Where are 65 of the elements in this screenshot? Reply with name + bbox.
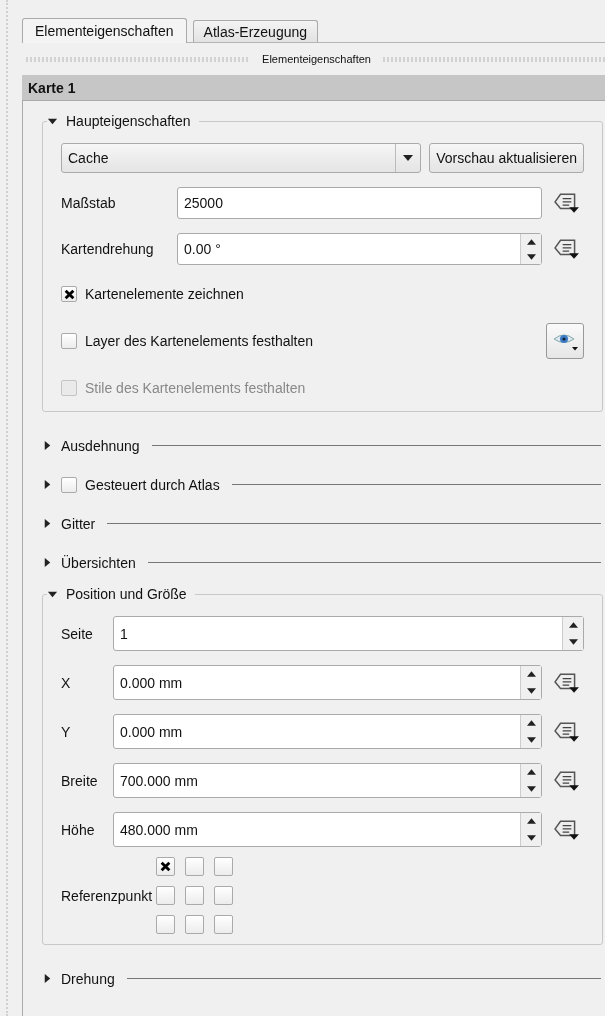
group-toggle[interactable] bbox=[42, 479, 53, 490]
tag-menu-icon[interactable] bbox=[554, 671, 580, 694]
expand-arrow-icon bbox=[42, 518, 53, 529]
checkbox[interactable] bbox=[156, 886, 176, 905]
checkbox[interactable] bbox=[214, 857, 234, 876]
tag-menu-icon[interactable] bbox=[554, 818, 580, 841]
checkbox[interactable] bbox=[214, 886, 234, 905]
checkbox[interactable] bbox=[61, 476, 77, 493]
tag-menu-icon[interactable] bbox=[554, 769, 580, 792]
spin-buttons[interactable] bbox=[562, 617, 583, 650]
check-icon bbox=[160, 861, 172, 872]
eye-menu-button[interactable] bbox=[546, 323, 584, 359]
group-toggle[interactable]: Position und Größe bbox=[47, 586, 187, 602]
input-field[interactable]: 1 bbox=[113, 616, 584, 651]
spin-buttons[interactable] bbox=[520, 234, 541, 264]
checkbox[interactable] bbox=[214, 915, 234, 934]
field-label: X bbox=[61, 674, 72, 691]
spin-buttons[interactable] bbox=[520, 715, 541, 748]
expand-arrow-icon bbox=[42, 479, 53, 490]
mode-dropdown[interactable]: Cache bbox=[61, 143, 422, 173]
expand-arrow-icon bbox=[42, 973, 53, 984]
checkbox[interactable] bbox=[61, 286, 77, 302]
field-label: Höhe bbox=[61, 821, 96, 838]
input-field[interactable]: 0.000 mm bbox=[113, 665, 542, 700]
group-toggle[interactable]: Drehung bbox=[42, 970, 115, 987]
checkbox-label: Stile des Kartenelements festhalten bbox=[85, 380, 307, 396]
tag-menu-icon[interactable] bbox=[554, 238, 580, 260]
field-label: Kartendrehung bbox=[61, 241, 155, 257]
field-label: Y bbox=[61, 723, 72, 740]
checkbox[interactable] bbox=[156, 915, 176, 934]
field-label: Breite bbox=[61, 772, 99, 789]
panel-title: Elementeigenschaften bbox=[262, 53, 371, 65]
group-title: Gesteuert durch Atlas bbox=[85, 476, 220, 493]
expand-arrow-icon bbox=[42, 557, 53, 568]
field-label: Seite bbox=[61, 625, 94, 642]
spin-buttons[interactable] bbox=[520, 813, 541, 846]
tag-menu-icon[interactable] bbox=[554, 720, 580, 743]
preview-button[interactable]: Vorschau aktualisieren bbox=[429, 143, 584, 173]
input-field[interactable]: 0.00 ° bbox=[177, 233, 542, 265]
checkbox-label: Layer des Kartenelements festhalten bbox=[85, 333, 315, 349]
checkbox[interactable] bbox=[156, 857, 176, 876]
grip-handle[interactable] bbox=[382, 56, 605, 62]
input-field[interactable]: 700.000 mm bbox=[113, 763, 542, 798]
checkbox[interactable] bbox=[61, 333, 77, 349]
group-toggle[interactable]: Gitter bbox=[42, 515, 96, 532]
checkbox[interactable] bbox=[185, 915, 205, 934]
input-field[interactable]: 0.000 mm bbox=[113, 714, 542, 749]
group-toggle[interactable]: Haupteigenschaften bbox=[47, 113, 191, 129]
expand-arrow-icon bbox=[42, 440, 53, 451]
checkbox[interactable] bbox=[185, 857, 205, 876]
spin-buttons[interactable] bbox=[520, 666, 541, 699]
group-toggle[interactable]: Ausdehnung bbox=[42, 437, 140, 454]
tab[interactable]: Atlas-Erzeugung bbox=[192, 20, 319, 42]
field-label: Maßstab bbox=[61, 195, 117, 211]
tab[interactable]: Elementeigenschaften bbox=[22, 18, 187, 43]
input-field[interactable]: 25000 bbox=[177, 187, 542, 219]
checkbox[interactable] bbox=[185, 886, 205, 905]
item-title: Karte 1 bbox=[28, 79, 76, 96]
checkbox-label: Kartenelemente zeichnen bbox=[85, 286, 245, 302]
dropdown-arrow-icon bbox=[403, 155, 414, 161]
input-field[interactable]: 480.000 mm bbox=[113, 812, 542, 847]
spin-buttons[interactable] bbox=[520, 764, 541, 797]
group-toggle[interactable]: Übersichten bbox=[42, 554, 136, 571]
tag-menu-icon[interactable] bbox=[554, 192, 580, 214]
field-label: Referenzpunkt bbox=[61, 887, 153, 904]
